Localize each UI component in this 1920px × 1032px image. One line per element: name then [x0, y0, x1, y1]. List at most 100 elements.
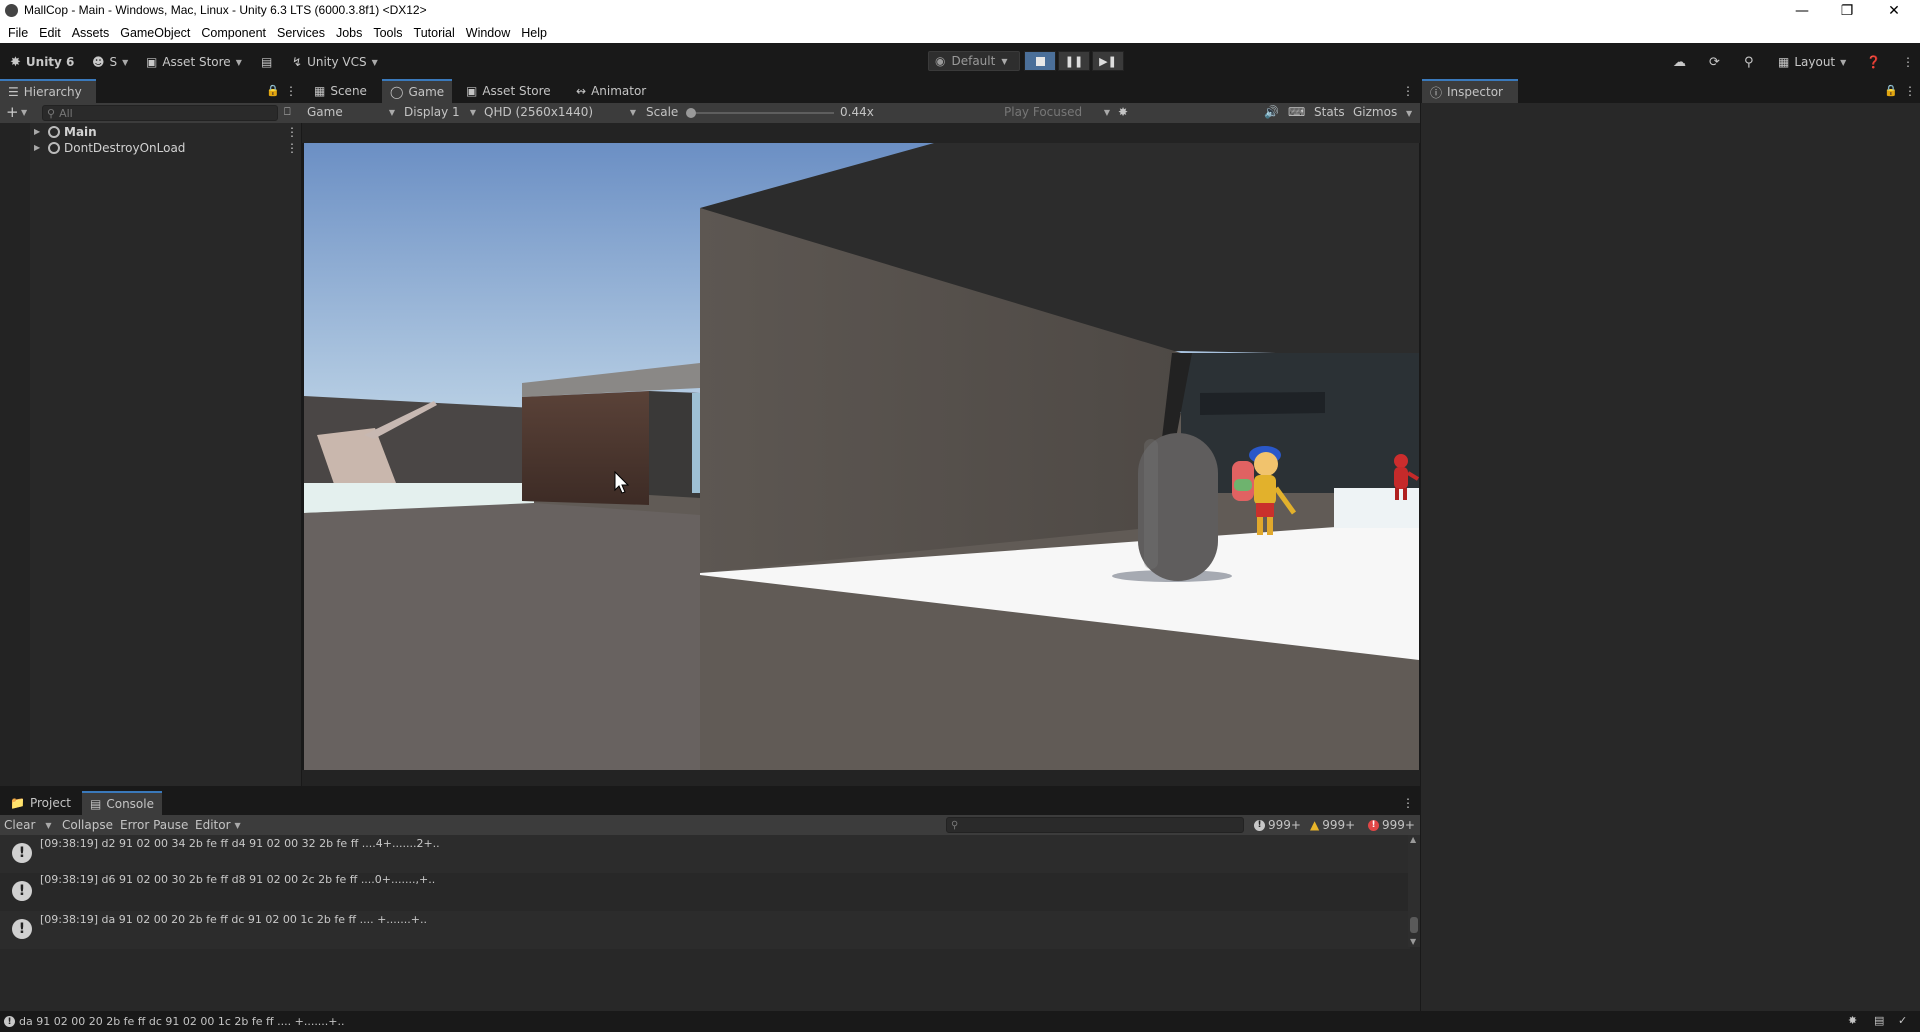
more-options-icon[interactable]: ⋮: [286, 141, 298, 155]
more-options-icon[interactable]: ⋮: [285, 84, 297, 98]
user-icon: ☻: [92, 55, 105, 69]
menu-assets[interactable]: Assets: [72, 26, 110, 40]
tab-console[interactable]: ▤ Console: [82, 791, 162, 815]
bug-icon[interactable]: ✸: [1118, 105, 1128, 119]
collapse-button[interactable]: Collapse: [62, 815, 113, 835]
capsule-highlight: [1144, 439, 1158, 569]
menu-services[interactable]: Services: [277, 26, 325, 40]
stats-button[interactable]: Stats: [1314, 105, 1345, 119]
lock-icon[interactable]: 🔒: [1884, 84, 1898, 97]
near-ground-left: [304, 503, 700, 770]
scale-slider-thumb[interactable]: [686, 108, 696, 118]
more-options-icon[interactable]: ⋮: [1402, 84, 1414, 98]
menu-component[interactable]: Component: [201, 26, 266, 40]
scrollbar-thumb[interactable]: [1410, 917, 1418, 933]
chevron-down-icon: ▼: [1840, 57, 1847, 67]
tab-scene[interactable]: ▦ Scene: [306, 79, 375, 103]
tab-animator[interactable]: ↭ Animator: [568, 79, 654, 103]
tab-project[interactable]: 📁 Project: [2, 791, 79, 815]
menu-tools[interactable]: Tools: [373, 26, 402, 40]
build-profile-dropdown[interactable]: ◉ Default ▼: [928, 51, 1020, 71]
layout-dropdown[interactable]: ▦ Layout ▼: [1778, 52, 1846, 72]
error-count-toggle[interactable]: ! 999+: [1368, 818, 1415, 832]
asset-store-dropdown[interactable]: ▣ Asset Store ▼: [146, 52, 242, 72]
clear-label: Clear: [4, 818, 36, 832]
chevron-down-icon[interactable]: ▼: [1406, 109, 1412, 118]
editor-dropdown[interactable]: Editor ▼: [195, 815, 241, 835]
scene-icon: [48, 141, 60, 154]
history-icon[interactable]: ⟳: [1709, 52, 1720, 72]
scene-filter-icon[interactable]: ⎕: [284, 105, 291, 119]
search-placeholder: All: [59, 106, 73, 120]
warning-icon: ▲: [1310, 818, 1320, 832]
hierarchy-item-label: DontDestroyOnLoad: [64, 140, 186, 155]
keyboard-icon[interactable]: ⌨: [1288, 105, 1305, 119]
menu-window[interactable]: Window: [466, 26, 510, 40]
menu-tutorial[interactable]: Tutorial: [414, 26, 455, 40]
progress-icon[interactable]: ✓: [1898, 1014, 1907, 1027]
more-options-icon[interactable]: ⋮: [1402, 796, 1414, 810]
hierarchy-item-main[interactable]: ▶ Main: [34, 124, 97, 139]
game-view[interactable]: [304, 143, 1419, 770]
log-count-toggle[interactable]: ! 999+: [1254, 818, 1301, 832]
chevron-down-icon: ▼: [122, 57, 129, 67]
minimize-icon[interactable]: —: [1780, 0, 1824, 22]
expand-triangle-icon[interactable]: ▶: [34, 143, 44, 152]
menu-gameobject[interactable]: GameObject: [120, 26, 190, 40]
warning-count-toggle[interactable]: ▲ 999+: [1310, 818, 1355, 832]
hierarchy-item-dontdestroyonload[interactable]: ▶ DontDestroyOnLoad: [34, 140, 185, 155]
tab-asset-store-label: Asset Store: [482, 84, 551, 98]
expand-triangle-icon[interactable]: ▶: [34, 127, 44, 136]
console-scrollbar[interactable]: ▲ ▼: [1408, 835, 1420, 947]
step-button[interactable]: ▶❚: [1092, 51, 1124, 71]
tab-game[interactable]: ◯ Game: [382, 79, 453, 103]
audio-icon[interactable]: 🔊: [1264, 105, 1279, 119]
help-icon[interactable]: ❓: [1866, 52, 1881, 72]
package-icon[interactable]: ▤: [261, 52, 272, 72]
tab-asset-store[interactable]: ▣ Asset Store: [458, 79, 559, 103]
console-row[interactable]: ! [09:38:19] da 91 02 00 20 2b fe ff dc …: [0, 911, 1410, 949]
chevron-down-icon[interactable]: ▼: [21, 108, 27, 117]
restore-icon[interactable]: ❐: [1825, 0, 1869, 22]
menu-jobs[interactable]: Jobs: [336, 26, 362, 40]
hierarchy-search-input[interactable]: ⚲ All: [42, 105, 278, 121]
search-icon[interactable]: ⚲: [1744, 52, 1754, 72]
pause-button[interactable]: ❚❚: [1058, 51, 1090, 71]
chevron-down-icon: ▼: [1103, 107, 1110, 117]
status-message[interactable]: da 91 02 00 20 2b fe ff dc 91 02 00 1c 2…: [19, 1015, 345, 1028]
vcs-dropdown[interactable]: ↯ Unity VCS ▼: [292, 52, 378, 72]
menu-file[interactable]: File: [8, 26, 28, 40]
game-view-select[interactable]: Game ▼: [307, 105, 395, 119]
console-row[interactable]: ! [09:38:19] d6 91 02 00 30 2b fe ff d8 …: [0, 873, 1410, 911]
unity-account-button[interactable]: ✸ Unity 6: [10, 52, 74, 72]
scroll-up-icon[interactable]: ▲: [1410, 835, 1416, 844]
console-search-input[interactable]: ⚲: [946, 817, 1244, 833]
error-pause-button[interactable]: Error Pause: [120, 815, 188, 835]
cloud-icon[interactable]: ☁: [1673, 52, 1686, 72]
stop-button[interactable]: [1024, 51, 1056, 71]
game-letterbox-bottom: [302, 770, 1420, 786]
display-select[interactable]: Display 1 ▼: [404, 105, 476, 119]
menu-edit[interactable]: Edit: [39, 26, 61, 40]
debug-icon[interactable]: ✸: [1848, 1014, 1857, 1027]
more-options-icon[interactable]: ⋮: [286, 125, 298, 139]
more-options-icon[interactable]: ⋮: [1904, 84, 1916, 98]
asset-store-label: Asset Store: [162, 55, 231, 69]
close-icon[interactable]: ✕: [1872, 0, 1916, 22]
menu-help[interactable]: Help: [521, 26, 547, 40]
add-icon[interactable]: +: [6, 103, 19, 121]
scale-slider-track[interactable]: [688, 112, 834, 114]
resolution-select[interactable]: QHD (2560x1440) ▼: [484, 105, 636, 119]
lock-icon[interactable]: 🔒: [266, 84, 280, 97]
console-row[interactable]: ! [09:38:19] d2 91 02 00 34 2b fe ff d4 …: [0, 835, 1410, 873]
tab-inspector[interactable]: ⓘ Inspector: [1422, 79, 1518, 103]
tab-hierarchy[interactable]: ☰ Hierarchy: [0, 79, 96, 103]
clear-button[interactable]: Clear ▼: [4, 815, 52, 835]
account-dropdown[interactable]: ☻ S ▼: [92, 52, 128, 72]
cache-server-icon[interactable]: ▤: [1874, 1014, 1884, 1027]
gizmos-button[interactable]: Gizmos: [1353, 105, 1397, 119]
tab-console-label: Console: [106, 797, 154, 811]
more-options-icon[interactable]: ⋮: [1902, 52, 1914, 72]
play-mode-select[interactable]: Play Focused ▼: [1004, 105, 1110, 119]
scroll-down-icon[interactable]: ▼: [1410, 937, 1416, 946]
